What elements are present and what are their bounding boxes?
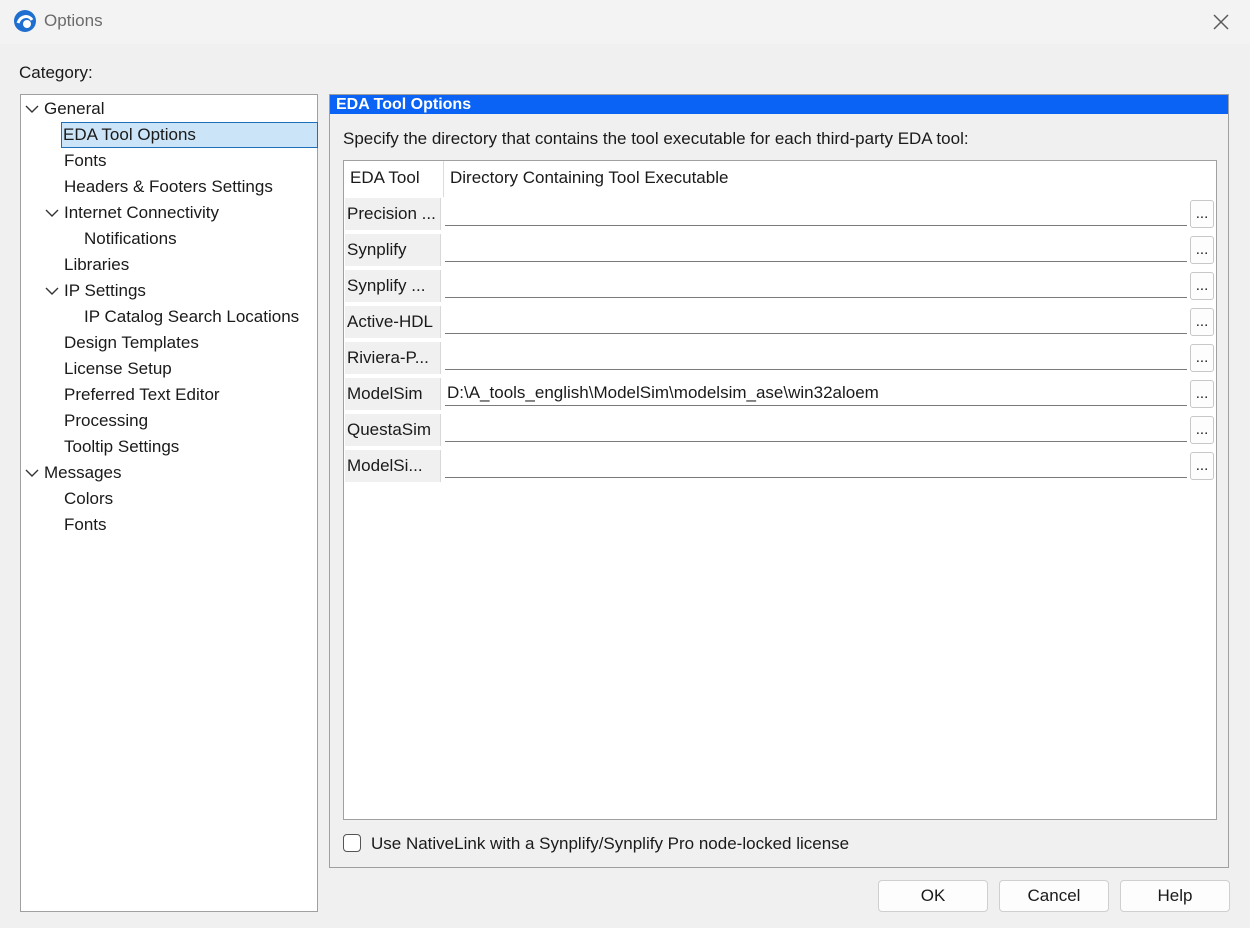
tree-item-label: Fonts — [64, 151, 107, 170]
tree-item-libraries[interactable]: Libraries — [64, 252, 129, 278]
tree-item-label: Notifications — [84, 229, 177, 248]
tree-item-label: Preferred Text Editor — [64, 385, 220, 404]
tree-item-label: EDA Tool Options — [63, 125, 196, 144]
browse-button[interactable]: ... — [1190, 272, 1214, 300]
tool-name-cell: Synplify ... — [345, 270, 441, 302]
chevron-down-icon[interactable] — [44, 278, 60, 304]
browse-button[interactable]: ... — [1190, 344, 1214, 372]
table-row: ModelSim ... — [344, 377, 1216, 411]
tree-item-label: Internet Connectivity — [64, 203, 219, 222]
tool-path-input[interactable] — [445, 272, 1187, 298]
browse-button[interactable]: ... — [1190, 452, 1214, 480]
tree-item-label: General — [44, 99, 105, 118]
panel-description: Specify the directory that contains the … — [343, 129, 969, 148]
chevron-down-icon[interactable] — [24, 96, 40, 122]
tree-item-processing[interactable]: Processing — [64, 408, 148, 434]
tool-path-input[interactable] — [445, 380, 1187, 406]
browse-button[interactable]: ... — [1190, 308, 1214, 336]
eda-tool-table: EDA Tool Directory Containing Tool Execu… — [343, 160, 1217, 820]
browse-button[interactable]: ... — [1190, 380, 1214, 408]
tree-item-notifications[interactable]: Notifications — [84, 226, 177, 252]
chevron-down-icon[interactable] — [44, 200, 60, 226]
options-dialog: Options Category: General EDA Tool Optio… — [0, 0, 1250, 928]
tool-name-cell: Precision ... — [345, 198, 441, 230]
tree-item-messages[interactable]: Messages — [25, 460, 122, 486]
table-row: Synplify ... — [344, 233, 1216, 267]
tree-item-ip-catalog-search[interactable]: IP Catalog Search Locations — [84, 304, 299, 330]
panel-header: EDA Tool Options — [330, 95, 1228, 114]
table-row: QuestaSim ... — [344, 413, 1216, 447]
tree-item-label: Fonts — [64, 515, 107, 534]
tool-path-input[interactable] — [445, 344, 1187, 370]
tool-path-input[interactable] — [445, 236, 1187, 262]
tree-item-tooltip-settings[interactable]: Tooltip Settings — [64, 434, 179, 460]
column-divider — [443, 161, 444, 197]
column-header-eda-tool: EDA Tool — [350, 168, 420, 187]
tree-item-preferred-text-editor[interactable]: Preferred Text Editor — [64, 382, 220, 408]
table-row: Synplify ... ... — [344, 269, 1216, 303]
category-label: Category: — [19, 63, 93, 82]
table-row: Active-HDL ... — [344, 305, 1216, 339]
tree-item-label: Tooltip Settings — [64, 437, 180, 456]
chevron-down-icon[interactable] — [24, 460, 40, 486]
column-header-directory: Directory Containing Tool Executable — [450, 168, 729, 187]
tree-item-headers-footers[interactable]: Headers & Footers Settings — [64, 174, 273, 200]
tree-item-colors[interactable]: Colors — [64, 486, 113, 512]
tree-item-label: IP Catalog Search Locations — [84, 307, 300, 326]
help-button[interactable]: Help — [1120, 880, 1230, 912]
nativelink-checkbox[interactable] — [343, 834, 361, 852]
table-row: Precision ... ... — [344, 197, 1216, 231]
table-row: Riviera-P... ... — [344, 341, 1216, 375]
tool-name-cell: Synplify — [345, 234, 441, 266]
tree-item-label: Colors — [64, 489, 114, 508]
tool-name-cell: QuestaSim — [345, 414, 441, 446]
tree-item-general[interactable]: General — [25, 96, 105, 122]
tool-name-cell: ModelSim — [345, 378, 441, 410]
browse-button[interactable]: ... — [1190, 200, 1214, 228]
tree-item-license-setup[interactable]: License Setup — [64, 356, 172, 382]
tree-item-ip-settings[interactable]: IP Settings — [45, 278, 146, 304]
eda-tool-options-panel: EDA Tool Options Specify the directory t… — [329, 94, 1229, 868]
tree-item-eda-tool-options[interactable]: EDA Tool Options — [61, 122, 318, 148]
tool-path-input[interactable] — [445, 452, 1187, 478]
table-row: ModelSi... ... — [344, 449, 1216, 483]
tool-name-cell: Active-HDL — [345, 306, 441, 338]
tool-name-cell: Riviera-P... — [345, 342, 441, 374]
tool-name-cell: ModelSi... — [345, 450, 441, 482]
cancel-button[interactable]: Cancel — [999, 880, 1109, 912]
window-title: Options — [44, 11, 103, 30]
tree-item-design-templates[interactable]: Design Templates — [64, 330, 199, 356]
tool-path-input[interactable] — [445, 416, 1187, 442]
tool-path-input[interactable] — [445, 308, 1187, 334]
category-tree[interactable]: General EDA Tool Options Fonts Headers &… — [20, 94, 318, 912]
tree-item-label: Libraries — [64, 255, 130, 274]
browse-button[interactable]: ... — [1190, 416, 1214, 444]
tree-item-label: Headers & Footers Settings — [64, 177, 273, 196]
quartus-app-icon — [14, 10, 36, 32]
tree-item-label: IP Settings — [64, 281, 146, 300]
tree-item-label: Messages — [44, 463, 122, 482]
browse-button[interactable]: ... — [1190, 236, 1214, 264]
nativelink-checkbox-label[interactable]: Use NativeLink with a Synplify/Synplify … — [371, 833, 849, 855]
tree-item-fonts[interactable]: Fonts — [64, 148, 107, 174]
title-bar: Options — [0, 0, 1250, 44]
tree-item-label: Processing — [64, 411, 149, 430]
ok-button[interactable]: OK — [878, 880, 988, 912]
tree-item-internet-connectivity[interactable]: Internet Connectivity — [45, 200, 219, 226]
close-icon[interactable] — [1210, 11, 1232, 33]
tree-item-message-fonts[interactable]: Fonts — [64, 512, 107, 538]
tree-item-label: License Setup — [64, 359, 172, 378]
tree-item-label: Design Templates — [64, 333, 199, 352]
tool-path-input[interactable] — [445, 200, 1187, 226]
